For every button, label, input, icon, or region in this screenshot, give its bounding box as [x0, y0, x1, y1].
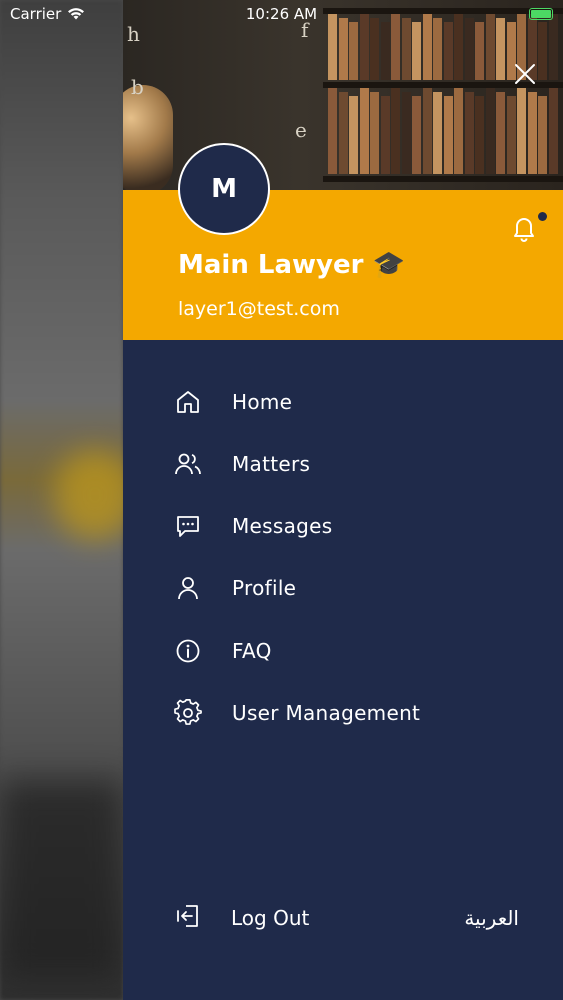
book-spine: [412, 96, 421, 174]
logout-label: Log Out: [231, 906, 310, 930]
book-spine: [328, 88, 337, 174]
background-blur-dark: [0, 780, 123, 980]
menu-item-label: Profile: [232, 576, 297, 600]
book-spine: [412, 22, 421, 80]
avatar-initial: M: [211, 174, 237, 204]
info-icon: [173, 636, 203, 666]
drawer-footer: Log Out العربية: [123, 895, 563, 941]
menu-item-label: Matters: [232, 452, 311, 476]
book-spine: [349, 96, 358, 174]
user-email: layer1@test.com: [178, 298, 340, 320]
navigation-drawer: h f b e Main Lawyer 🎓 layer1@test.com M: [123, 0, 563, 1000]
battery-level: [531, 10, 551, 18]
menu-item-matters[interactable]: Matters: [173, 442, 533, 486]
book-spine: [370, 92, 379, 174]
book-spine: [401, 92, 411, 174]
book-spine: [464, 92, 474, 174]
bell-icon: [514, 218, 534, 242]
close-icon: [515, 64, 535, 84]
book-spine: [538, 96, 547, 174]
menu-item-label: Messages: [232, 514, 333, 538]
notifications-button[interactable]: [509, 213, 539, 243]
book-spine: [496, 92, 505, 174]
menu-item-label: Home: [232, 390, 293, 414]
user-icon: [173, 573, 203, 603]
book-spine: [527, 92, 537, 174]
notification-badge: [538, 212, 547, 221]
shelf: [323, 176, 563, 182]
decor-letter: b: [131, 75, 144, 99]
users-icon: [173, 449, 203, 479]
menu-item-home[interactable]: Home: [173, 380, 533, 424]
logout-button[interactable]: Log Out: [175, 895, 309, 941]
close-button[interactable]: [513, 62, 537, 86]
book-spine: [475, 96, 484, 174]
user-name: Main Lawyer 🎓: [178, 250, 405, 280]
book-spine: [380, 96, 390, 174]
decor-letter: e: [295, 118, 307, 142]
book-spine: [506, 96, 516, 174]
book-spine: [443, 22, 453, 80]
book-spine: [338, 92, 348, 174]
home-icon: [173, 387, 203, 417]
logout-icon: [175, 903, 201, 933]
lamp-shape: [123, 85, 173, 190]
book-spine: [380, 22, 390, 80]
language-toggle[interactable]: العربية: [464, 895, 519, 941]
book-spine: [443, 96, 453, 174]
avatar[interactable]: M: [178, 143, 270, 235]
book-spine: [538, 22, 547, 80]
menu-item-profile[interactable]: Profile: [173, 566, 533, 610]
status-bar: Carrier 10:26 AM: [0, 0, 563, 28]
book-spine: [359, 88, 369, 174]
book-spine: [433, 92, 442, 174]
menu-item-faq[interactable]: FAQ: [173, 629, 533, 673]
book-spine: [391, 88, 400, 174]
book-spine: [517, 88, 526, 174]
book-spine: [548, 88, 558, 174]
menu-item-label: FAQ: [232, 639, 272, 663]
message-icon: [173, 511, 203, 541]
menu-item-label: User Management: [232, 701, 421, 725]
book-spine: [349, 22, 358, 80]
menu-item-messages[interactable]: Messages: [173, 504, 533, 548]
book-spine: [475, 22, 484, 80]
status-time: 10:26 AM: [245, 5, 318, 23]
book-spine: [454, 88, 463, 174]
gear-icon: [173, 698, 203, 728]
menu-item-user-management[interactable]: User Management: [173, 691, 533, 735]
book-spine: [485, 88, 495, 174]
book-spine: [422, 88, 432, 174]
battery-icon: [529, 8, 553, 20]
